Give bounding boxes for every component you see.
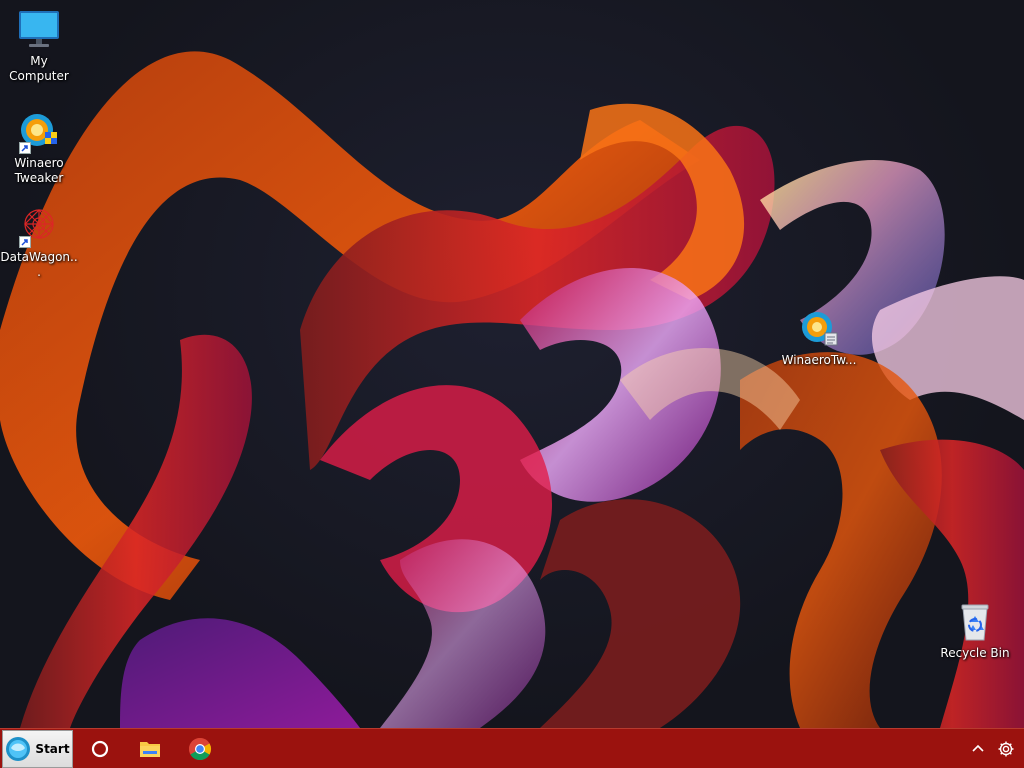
winaero-tweaker-icon — [17, 110, 61, 154]
gear-icon — [998, 741, 1014, 756]
monitor-icon — [17, 8, 61, 52]
desktop-icon-label: My Computer — [9, 54, 69, 83]
desktop-icon-label: Winaero Tweaker — [14, 156, 64, 185]
chrome-button[interactable] — [175, 729, 225, 768]
settings-button[interactable] — [992, 729, 1020, 768]
desktop-icon-recycle-bin[interactable]: Recycle Bin — [936, 600, 1014, 661]
start-button[interactable]: Start — [2, 729, 73, 768]
desktop-icon-winaero-tweaker-folder[interactable]: WinaeroTw... — [780, 307, 858, 368]
wallpaper-image — [0, 51, 1024, 728]
desktop-icon-label: WinaeroTw... — [781, 353, 857, 367]
search-button[interactable] — [75, 729, 125, 768]
desktop-icon-my-computer[interactable]: My Computer — [0, 8, 78, 84]
start-orb-icon — [6, 736, 31, 761]
desktop-icon-label: Recycle Bin — [940, 646, 1010, 660]
show-hidden-icons-button[interactable] — [964, 729, 992, 768]
desktop-icon-label: DataWagon... — [0, 250, 78, 279]
system-tray — [964, 729, 1024, 768]
recycle-bin-icon — [953, 600, 997, 644]
taskbar: Start — [0, 728, 1024, 768]
datawagon-icon — [17, 204, 61, 248]
desktop-icon-winaero-tweaker[interactable]: Winaero Tweaker — [0, 110, 78, 186]
cortana-circle-icon — [91, 740, 109, 757]
shortcut-arrow-icon — [19, 236, 31, 248]
desktop-icon-datawagon[interactable]: DataWagon... — [0, 204, 78, 280]
chevron-up-icon — [972, 744, 984, 752]
desktop[interactable]: My Computer Winaero Tweaker DataWagon...… — [0, 0, 1024, 728]
winaero-tweaker-icon — [797, 307, 841, 351]
folder-icon — [140, 741, 160, 757]
file-explorer-button[interactable] — [125, 729, 175, 768]
chrome-icon — [189, 737, 211, 760]
shortcut-arrow-icon — [19, 142, 31, 154]
start-label: Start — [35, 741, 70, 756]
